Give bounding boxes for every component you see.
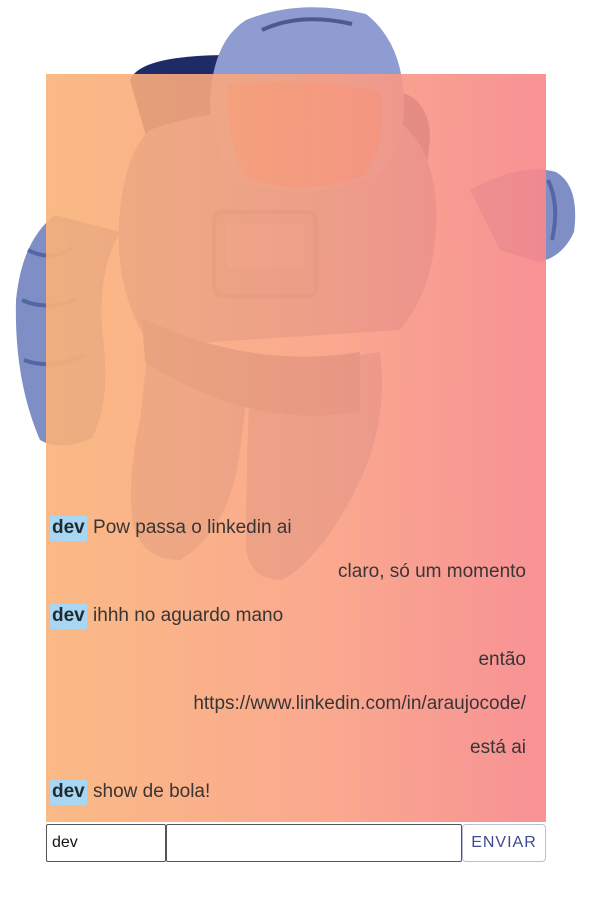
send-button[interactable]: ENVIAR bbox=[462, 824, 546, 862]
message-username-tag: dev bbox=[50, 780, 87, 805]
message-item: https://www.linkedin.com/in/araujocode/ bbox=[50, 682, 526, 726]
message-item: está ai bbox=[50, 726, 526, 770]
message-item: claro, só um momento bbox=[50, 550, 526, 594]
message-username-tag: dev bbox=[50, 604, 87, 629]
message-text: está ai bbox=[470, 737, 526, 758]
message-username-tag: dev bbox=[50, 516, 87, 541]
message-input[interactable] bbox=[166, 824, 462, 862]
message-item: então bbox=[50, 638, 526, 682]
message-text: https://www.linkedin.com/in/araujocode/ bbox=[193, 693, 526, 714]
message-text: ihhh no aguardo mano bbox=[93, 605, 284, 626]
message-text: então bbox=[478, 649, 526, 670]
chat-page: dev Pow passa o linkedin ai claro, só um… bbox=[0, 0, 590, 897]
message-text: show de bola! bbox=[93, 781, 211, 802]
message-item: dev show de bola! bbox=[50, 770, 526, 814]
message-text: Pow passa o linkedin ai bbox=[93, 517, 292, 538]
chat-panel: dev Pow passa o linkedin ai claro, só um… bbox=[46, 74, 546, 822]
message-item: dev Pow passa o linkedin ai bbox=[50, 506, 526, 550]
message-item: dev ihhh no aguardo mano bbox=[50, 594, 526, 638]
username-input[interactable] bbox=[46, 824, 166, 862]
message-form: ENVIAR bbox=[46, 824, 546, 862]
message-text: claro, só um momento bbox=[338, 561, 526, 582]
message-list: dev Pow passa o linkedin ai claro, só um… bbox=[46, 506, 546, 814]
